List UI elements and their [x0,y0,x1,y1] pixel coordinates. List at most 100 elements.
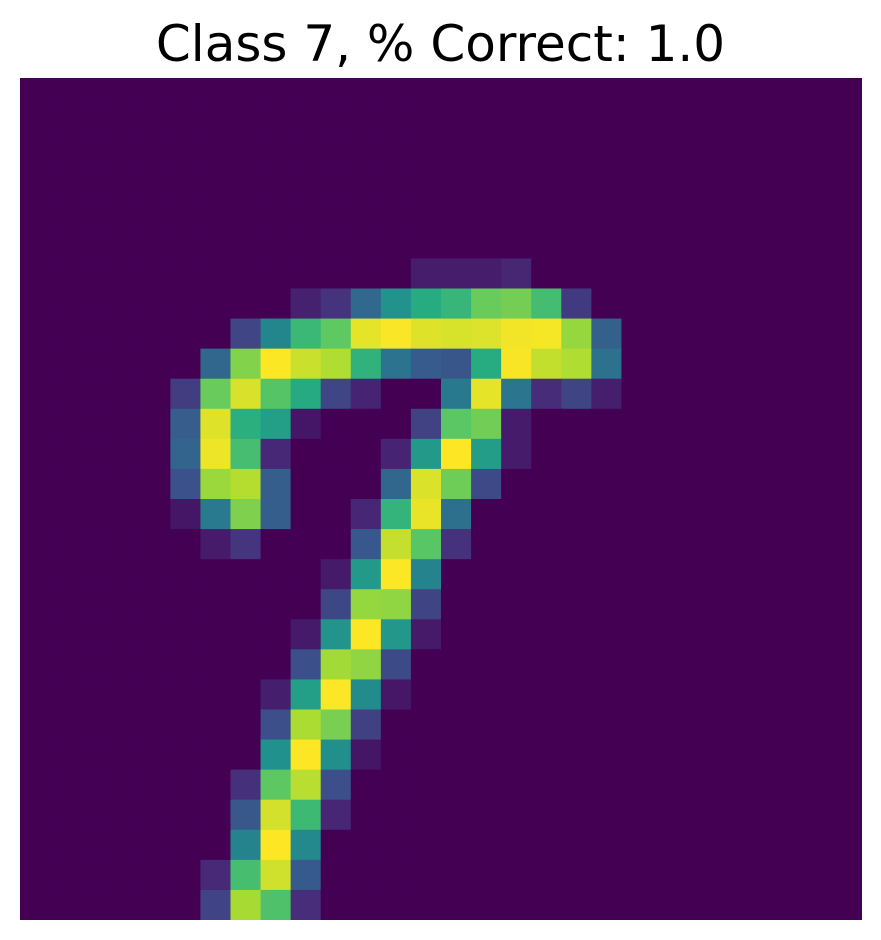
heatmap-cell [230,228,262,260]
heatmap-cell [20,228,51,260]
heatmap-cell [200,78,232,109]
heatmap-cell [350,799,382,831]
heatmap-cell [20,529,51,560]
heatmap-cell [260,438,292,470]
heatmap-cell [471,679,502,711]
heatmap-cell [410,168,442,199]
heatmap-cell [350,829,382,861]
heatmap-cell [200,859,232,891]
heatmap-cell [140,649,171,681]
heatmap-cell [831,438,862,470]
heatmap-cell [441,859,472,891]
heatmap-cell [441,438,472,470]
heatmap-cell [380,468,412,500]
heatmap-cell [200,408,232,440]
heatmap-cell [50,859,81,891]
heatmap-cell [711,228,743,260]
heatmap-cell [320,499,352,530]
heatmap-cell [260,198,292,229]
heatmap-cell [711,198,743,229]
heatmap-cell [741,589,773,620]
heatmap-cell [471,529,502,560]
heatmap-cell [531,769,562,801]
heatmap-cell [711,769,743,801]
heatmap-cell [230,138,262,169]
heatmap-cell [110,228,141,260]
heatmap-cell [831,198,862,229]
heatmap-cell [561,799,592,831]
heatmap-cell [140,78,171,109]
heatmap-cell [170,138,202,169]
heatmap-cell [441,378,472,410]
heatmap-cell [741,619,773,650]
heatmap-cell [741,408,773,440]
heatmap-cell [170,559,202,590]
heatmap-cell [441,739,472,771]
heatmap-cell [501,78,532,109]
heatmap-cell [230,408,262,440]
heatmap-cell [410,739,442,771]
heatmap-cell [621,589,653,620]
heatmap-cell [501,408,532,440]
heatmap-cell [200,168,232,199]
heatmap-cell [501,589,532,620]
heatmap-cell [410,438,442,470]
heatmap-cell [50,559,81,590]
heatmap-cell [441,529,472,560]
heatmap-cell [831,468,862,500]
chart-title: Class 7, % Correct: 1.0 [155,15,726,73]
heatmap-cell [50,438,81,470]
heatmap-cell [170,829,202,861]
heatmap-cell [561,559,592,590]
heatmap-cell [200,378,232,410]
heatmap-cell [260,168,292,199]
heatmap-cell [200,529,232,560]
heatmap-cell [711,378,743,410]
heatmap-cell [681,649,713,681]
heatmap-cell [230,829,262,861]
heatmap-cell [531,649,562,681]
heatmap-cell [741,438,773,470]
heatmap-cell [290,829,322,861]
heatmap-cell [831,138,862,169]
heatmap-cell [20,649,51,681]
heatmap-cell [380,168,412,199]
heatmap-cell [80,438,111,470]
heatmap-cell [531,318,562,350]
heatmap-cell [591,108,623,139]
heatmap-cell [20,468,51,500]
heatmap-cell [380,799,412,831]
heatmap-cell [410,198,442,229]
heatmap-cell [410,108,442,139]
heatmap-cell [20,709,51,741]
heatmap-cell [771,709,803,741]
heatmap-cell [200,619,232,650]
heatmap-cell [50,198,81,229]
heatmap-cell [771,619,803,650]
heatmap-cell [350,649,382,681]
heatmap-cell [561,288,592,320]
heatmap-cell [260,228,292,260]
heatmap-cell [801,709,833,741]
heatmap-cell [110,679,141,711]
heatmap-cell [621,168,653,199]
heatmap-cell [471,559,502,590]
heatmap-cell [200,348,232,380]
heatmap-cell [741,168,773,199]
heatmap-cell [200,258,232,290]
heatmap-cell [230,739,262,771]
heatmap-cell [771,138,803,169]
heatmap-cell [50,138,81,169]
heatmap-cell [711,499,743,530]
heatmap-cell [501,559,532,590]
heatmap-cell [110,649,141,681]
heatmap-cell [711,679,743,711]
heatmap-cell [801,529,833,560]
heatmap-cell [80,168,111,199]
heatmap-cell [741,108,773,139]
heatmap-cell [741,769,773,801]
heatmap-cell [320,529,352,560]
heatmap-cell [230,529,262,560]
heatmap-cell [591,559,623,590]
heatmap-cell [801,228,833,260]
